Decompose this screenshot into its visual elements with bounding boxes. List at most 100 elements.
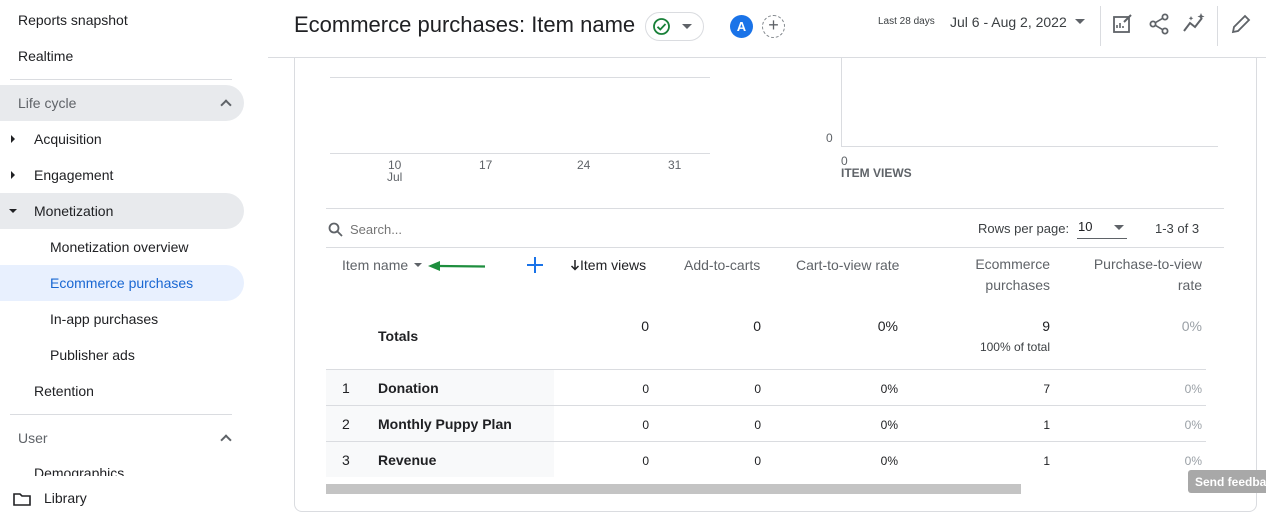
header-separator: [1217, 6, 1218, 46]
sidebar-item-label: Retention: [34, 383, 94, 399]
section-title: Life cycle: [18, 95, 77, 111]
library-bar: Library: [0, 476, 268, 512]
x-tick-label: 17: [479, 158, 493, 172]
column-header-label-line1: Ecommerce: [975, 256, 1050, 272]
add-dimension-plus-icon[interactable]: [526, 256, 544, 274]
row-add-to-carts: 0: [754, 418, 761, 432]
expand-arrow-icon: [11, 171, 15, 179]
sort-down-arrow-icon: [570, 260, 580, 271]
table-row[interactable]: [326, 441, 1206, 477]
rows-per-page-select[interactable]: 10: [1077, 217, 1127, 239]
row-number: 1: [342, 380, 350, 396]
edit-report-icon[interactable]: [1109, 11, 1135, 37]
column-header-label-line2: rate: [1177, 277, 1202, 293]
column-header-add-to-carts[interactable]: Add-to-carts: [684, 257, 760, 273]
sidebar-section-life-cycle[interactable]: Life cycle: [0, 85, 244, 121]
green-arrow-annotation-icon: [428, 261, 486, 271]
sidebar-item-label: Monetization: [34, 203, 114, 219]
y-tick-label: 0: [826, 131, 833, 145]
header-separator: [1100, 6, 1101, 46]
expand-arrow-icon: [11, 135, 15, 143]
dropdown-caret-icon: [1074, 19, 1085, 24]
chevron-up-icon: [220, 434, 232, 446]
section-title: User: [18, 430, 48, 446]
sidebar-item-publisher-ads[interactable]: Publisher ads: [0, 337, 244, 373]
table-toolbar: Rows per page: 10 1-3 of 3: [326, 208, 1224, 248]
row-add-to-carts: 0: [754, 454, 761, 468]
x-axis-title: ITEM VIEWS: [841, 166, 912, 180]
sidebar-item-reports-snapshot[interactable]: Reports snapshot: [0, 2, 128, 38]
plus-icon: +: [768, 15, 779, 35]
x-tick-label: 31: [668, 158, 682, 172]
column-header-label: Item name: [342, 257, 409, 273]
column-header-label: Item views: [580, 257, 647, 273]
report-status-chip[interactable]: [645, 12, 704, 41]
table-row[interactable]: [326, 369, 1206, 405]
share-icon[interactable]: [1146, 11, 1172, 37]
chart-x-axis: [841, 146, 1218, 147]
column-header-cart-to-view-rate[interactable]: Cart-to-view rate: [796, 257, 899, 273]
column-header-item-views[interactable]: Item views: [570, 257, 646, 273]
sidebar-item-ecommerce-purchases[interactable]: Ecommerce purchases: [0, 265, 244, 301]
chevron-up-icon: [220, 99, 232, 111]
row-number: 3: [342, 452, 350, 468]
sidebar-item-label: In-app purchases: [50, 311, 159, 327]
sidebar-item-retention[interactable]: Retention: [0, 373, 244, 409]
horizontal-scrollbar[interactable]: [326, 484, 1021, 494]
sidebar-item-label: Publisher ads: [50, 347, 135, 363]
sidebar-item-monetization-overview[interactable]: Monetization overview: [0, 229, 244, 265]
pencil-icon[interactable]: [1228, 11, 1254, 37]
dimension-cell-bg: [326, 442, 554, 477]
column-header-purchase-to-view-rate[interactable]: Purchase-to-view rate: [1080, 254, 1202, 296]
sidebar-item-label: Acquisition: [34, 131, 102, 147]
dropdown-caret-icon: [414, 263, 423, 267]
column-header-item-name[interactable]: Item name: [342, 257, 423, 273]
send-feedback-button[interactable]: Send feedback: [1188, 470, 1266, 493]
sidebar-item-label: Ecommerce purchases: [50, 275, 194, 291]
row-item-name: Donation: [378, 380, 439, 396]
totals-purchase-to-view-rate: 0%: [1181, 318, 1202, 334]
totals-item-views: 0: [641, 318, 649, 334]
library-label: Library: [44, 490, 87, 506]
totals-ecommerce-purchases: 9: [1042, 318, 1050, 334]
sidebar-item-acquisition[interactable]: Acquisition: [0, 121, 244, 157]
row-number: 2: [342, 416, 350, 432]
rows-per-page-label: Rows per page:: [978, 221, 1070, 236]
chart-x-axis: [330, 153, 710, 154]
sidebar-item-engagement[interactable]: Engagement: [0, 157, 244, 193]
date-range-text: Jul 6 - Aug 2, 2022: [950, 14, 1067, 30]
sidebar-item-demographics[interactable]: Demographics: [0, 456, 244, 476]
totals-label: Totals: [378, 328, 419, 344]
report-header: Ecommerce purchases: Item name A + Last …: [268, 0, 1266, 58]
insights-icon[interactable]: [1182, 11, 1208, 37]
chart-y-axis: [841, 58, 842, 147]
column-header-ecommerce-purchases[interactable]: Ecommerce purchases: [950, 254, 1050, 296]
sidebar-item-monetization[interactable]: Monetization: [0, 193, 244, 229]
search-input[interactable]: [350, 218, 590, 240]
check-circle-icon: [653, 18, 670, 35]
add-comparison-button[interactable]: +: [762, 15, 785, 38]
dropdown-caret-icon: [682, 24, 692, 29]
row-cart-to-view-rate: 0%: [880, 418, 898, 432]
library-link[interactable]: Library: [0, 480, 87, 512]
row-purchase-to-view-rate: 0%: [1184, 454, 1202, 468]
row-add-to-carts: 0: [754, 382, 761, 396]
collapse-arrow-icon: [9, 209, 17, 213]
totals-percent-of-total: 100% of total: [979, 340, 1050, 354]
x-tick-sublabel: Jul: [387, 170, 403, 184]
sidebar-item-realtime[interactable]: Realtime: [0, 38, 73, 74]
row-purchase-to-view-rate: 0%: [1184, 382, 1202, 396]
search-icon: [328, 222, 343, 237]
row-cart-to-view-rate: 0%: [880, 454, 898, 468]
dropdown-caret-icon: [1114, 225, 1124, 230]
avatar[interactable]: A: [730, 15, 753, 38]
date-range-picker[interactable]: Jul 6 - Aug 2, 2022: [950, 14, 1085, 30]
sidebar-item-label: Reports snapshot: [18, 12, 128, 28]
totals-add-to-carts: 0: [753, 318, 761, 334]
dimension-cell-bg: [326, 370, 554, 405]
sidebar-item-in-app-purchases[interactable]: In-app purchases: [0, 301, 244, 337]
row-item-views: 0: [642, 382, 649, 396]
sidebar-section-user[interactable]: User: [0, 420, 244, 456]
sidebar-item-label: Monetization overview: [50, 239, 189, 255]
row-cart-to-view-rate: 0%: [880, 382, 898, 396]
